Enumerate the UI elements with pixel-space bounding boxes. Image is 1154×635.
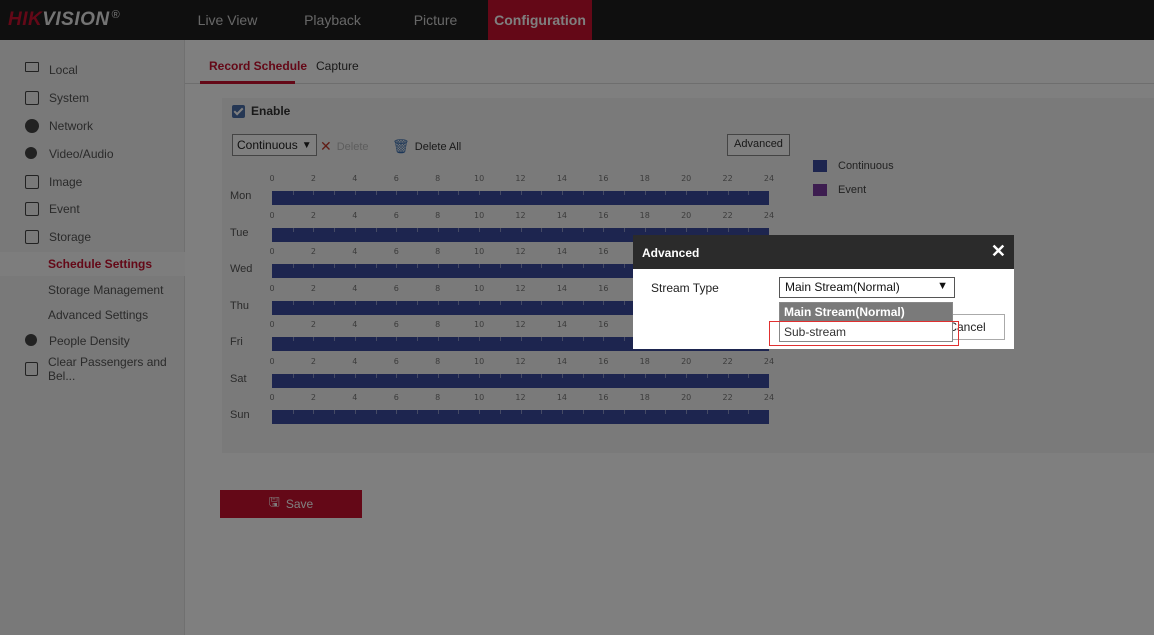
chevron-down-icon: ▼	[937, 280, 948, 292]
dialog-header: Advanced ✕	[633, 235, 1014, 269]
dialog-title: Advanced	[642, 246, 700, 260]
stream-type-label: Stream Type	[651, 281, 719, 295]
close-icon[interactable]: ✕	[991, 241, 1006, 261]
highlight-box	[769, 321, 959, 346]
stream-type-select[interactable]: Main Stream(Normal) ▼	[779, 277, 955, 298]
stream-type-value: Main Stream(Normal)	[785, 280, 900, 294]
option-main-stream[interactable]: Main Stream(Normal)	[780, 303, 952, 322]
